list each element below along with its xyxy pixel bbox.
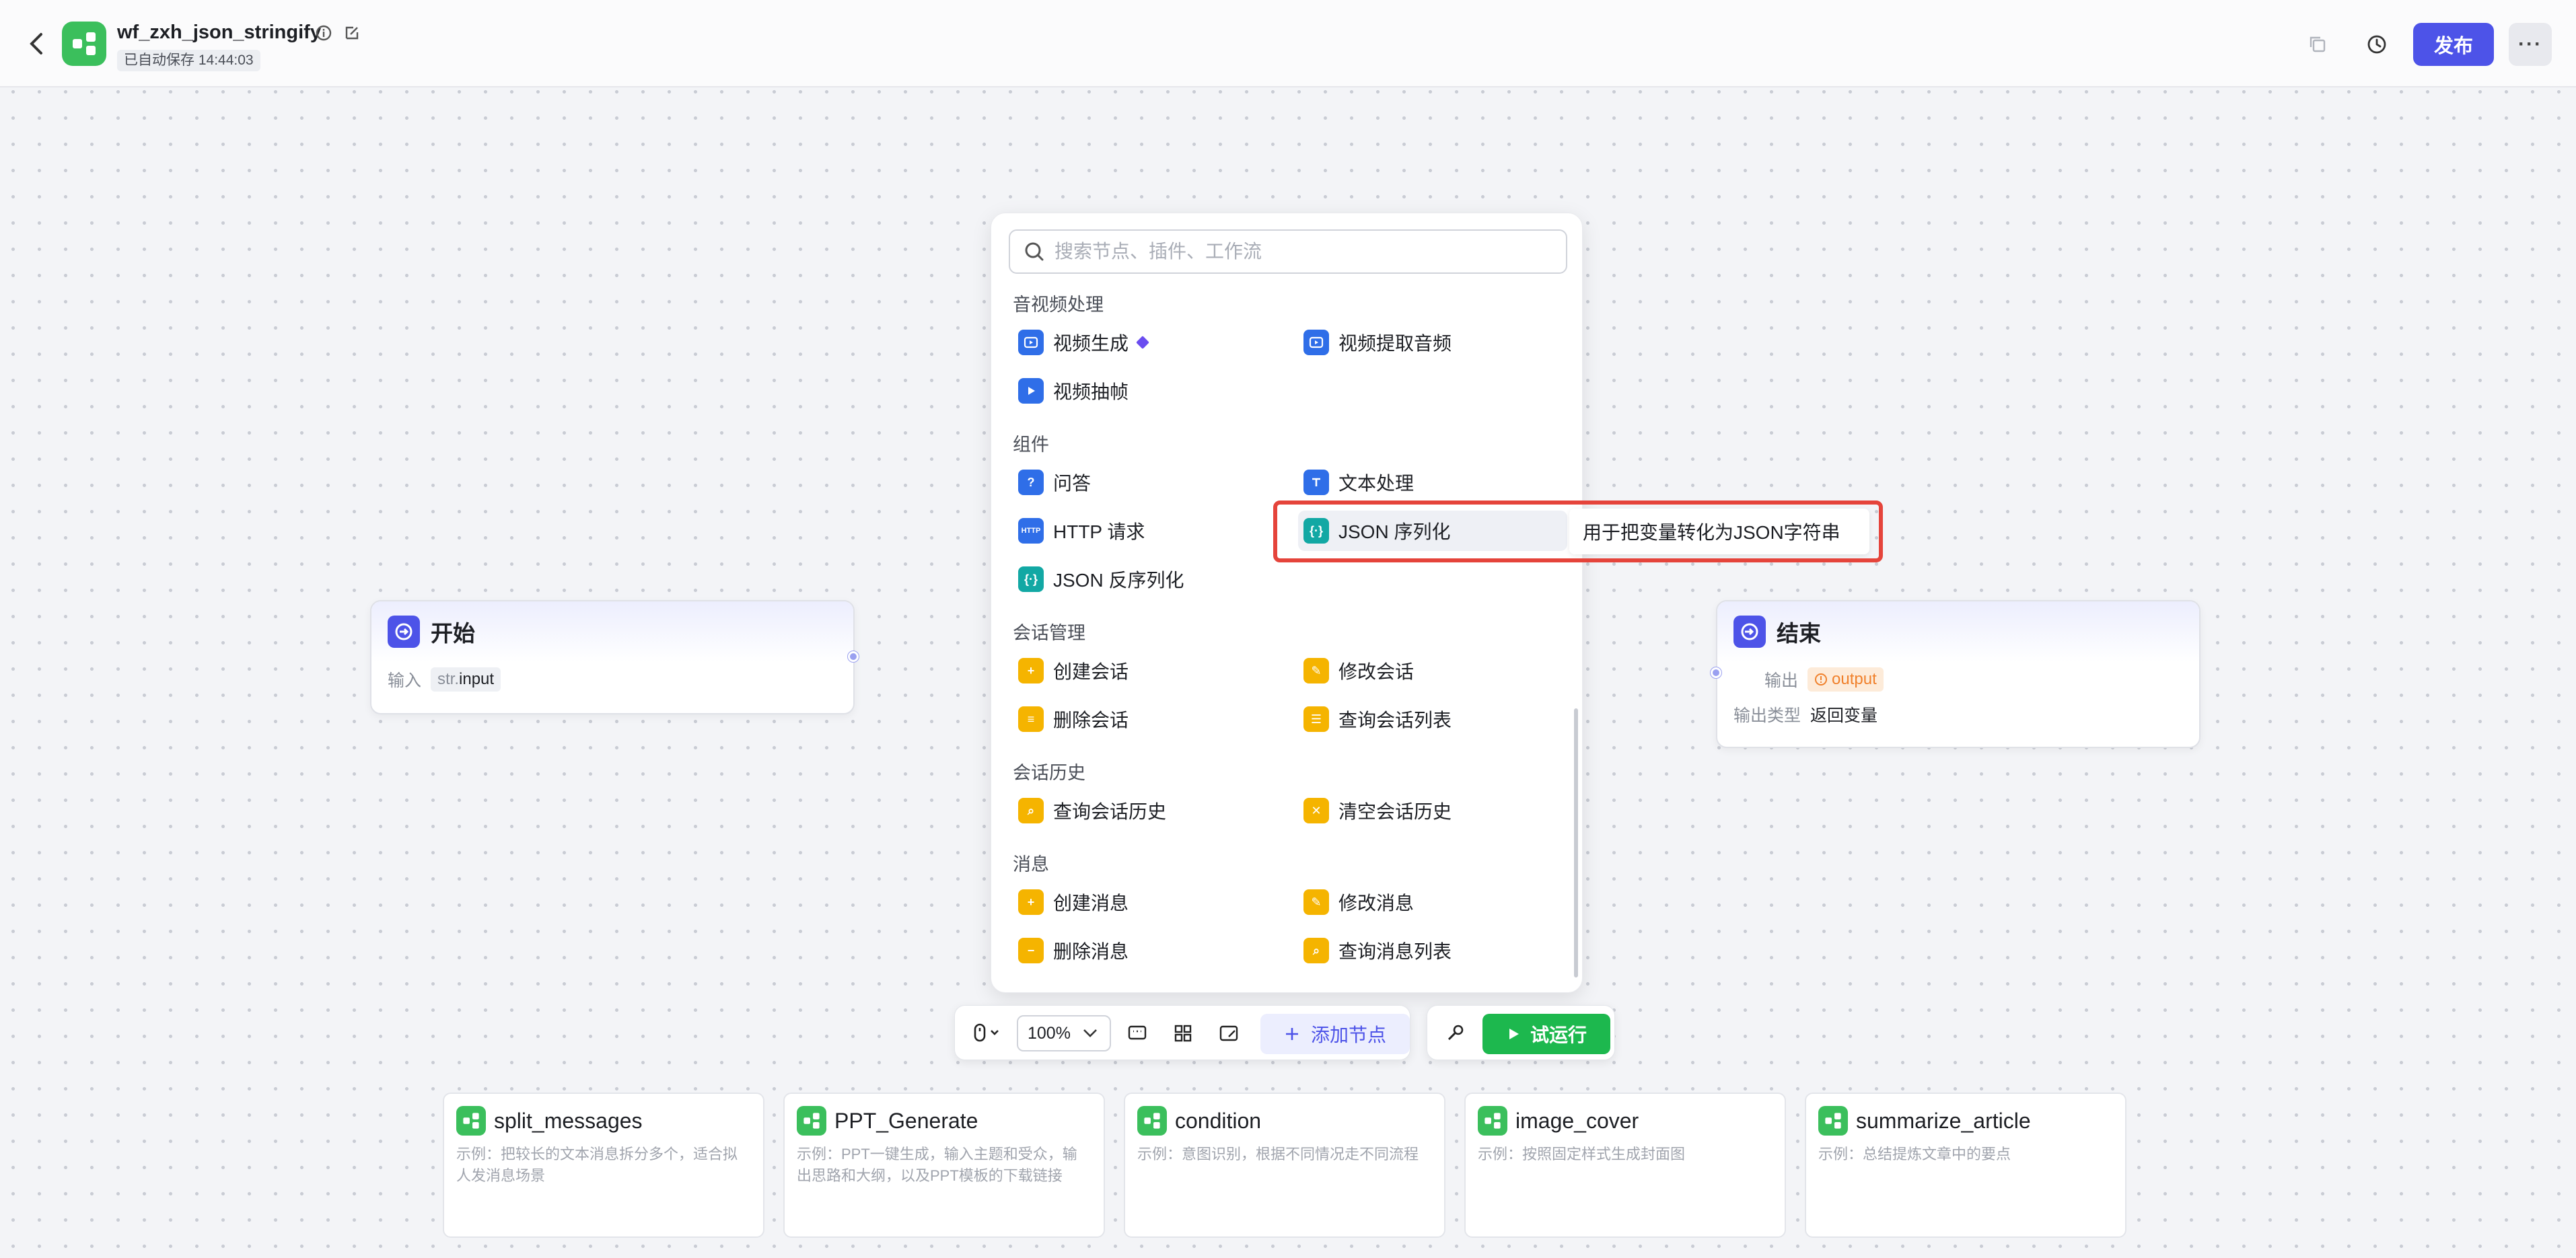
end-node[interactable]: 结束 输出 output 输出类型 返回变量 <box>1711 600 2201 748</box>
minimap-icon[interactable] <box>1212 1016 1246 1050</box>
section-title-conversation-history: 会话历史 <box>1013 763 1085 783</box>
history-search-icon: ⌕ <box>1018 798 1044 823</box>
template-card-ppt-generate[interactable]: PPT_Generate 示例：PPT一键生成，输入主题和受众，输出思路和大纲，… <box>783 1093 1105 1238</box>
node-item-query-history[interactable]: ⌕ 查询会话历史 <box>1013 790 1282 831</box>
edit-icon[interactable] <box>342 23 362 43</box>
start-node[interactable]: 开始 输入 str.input <box>370 600 859 714</box>
node-item-video-generate[interactable]: 视频生成 <box>1013 322 1282 363</box>
start-node-title: 开始 <box>431 621 475 646</box>
text-process-icon <box>1303 470 1329 495</box>
node-item-list-conversations[interactable]: ☰ 查询会话列表 <box>1298 699 1567 739</box>
highlight-annotation-box <box>1273 501 1883 562</box>
mouse-mode-icon[interactable] <box>966 1016 1009 1050</box>
end-output-type-value: 返回变量 <box>1810 706 1878 725</box>
node-search-input[interactable] <box>1054 241 1526 262</box>
node-item-edit-message[interactable]: ✎ 修改消息 <box>1298 882 1567 922</box>
template-card-summarize-article[interactable]: summarize_article 示例：总结提炼文章中的要点 <box>1805 1093 2126 1238</box>
workflow-title: wf_zxh_json_stringify <box>117 22 321 43</box>
node-item-create-message[interactable]: + 创建消息 <box>1013 882 1282 922</box>
section-title-components: 组件 <box>1013 435 1049 455</box>
node-item-list-messages[interactable]: ⌕ 查询消息列表 <box>1298 930 1567 971</box>
end-output-type-label: 输出类型 <box>1733 706 1801 725</box>
node-item-qa[interactable]: ? 问答 <box>1013 462 1282 503</box>
node-item-http-request[interactable]: HTTP HTTP 请求 <box>1013 511 1282 551</box>
premium-diamond-icon <box>1136 336 1149 349</box>
chat-delete-icon: ≡ <box>1018 706 1044 732</box>
message-edit-icon: ✎ <box>1303 889 1329 915</box>
start-input-tag: str.input <box>431 667 501 692</box>
node-item-json-parse[interactable]: {·} JSON 反序列化 <box>1013 559 1282 599</box>
debug-tool-icon[interactable] <box>1438 1016 1472 1050</box>
layout-grid-icon[interactable] <box>1166 1016 1200 1050</box>
back-icon[interactable] <box>23 28 50 59</box>
history-icon[interactable] <box>2362 30 2392 59</box>
node-item-delete-message[interactable]: − 删除消息 <box>1013 930 1282 971</box>
node-item-delete-conversation[interactable]: ≡ 删除会话 <box>1013 699 1282 739</box>
add-node-button[interactable]: 添加节点 <box>1260 1014 1410 1054</box>
zoom-select[interactable]: 100% <box>1017 1015 1111 1051</box>
section-title-conversation-mgmt: 会话管理 <box>1013 623 1085 643</box>
comment-icon[interactable] <box>1120 1016 1154 1050</box>
run-toolbar: 试运行 <box>1427 1005 1615 1060</box>
message-list-icon: ⌕ <box>1303 938 1329 963</box>
copy-icon[interactable] <box>2303 30 2332 59</box>
chat-add-icon: + <box>1018 658 1044 683</box>
workflow-template-icon <box>456 1106 486 1136</box>
plus-icon <box>1285 1028 1298 1040</box>
node-item-video-frame[interactable]: 视频抽帧 <box>1013 371 1282 411</box>
top-header: wf_zxh_json_stringify 已自动保存 14:44:03 发布 … <box>0 0 2576 87</box>
template-card-split-messages[interactable]: split_messages 示例：把较长的文本消息拆分多个，适合拟人发消息场景 <box>443 1093 764 1238</box>
template-card-image-cover[interactable]: image_cover 示例：按照固定样式生成封面图 <box>1464 1093 1786 1238</box>
end-input-port[interactable] <box>1711 667 1721 678</box>
message-delete-icon: − <box>1018 938 1044 963</box>
warning-icon <box>1815 673 1828 686</box>
start-output-port[interactable] <box>848 651 859 662</box>
workflow-template-icon <box>797 1106 826 1136</box>
chat-list-icon: ☰ <box>1303 706 1329 732</box>
video-icon <box>1303 330 1329 355</box>
http-icon: HTTP <box>1018 518 1044 544</box>
message-add-icon: + <box>1018 889 1044 915</box>
node-item-edit-conversation[interactable]: ✎ 修改会话 <box>1298 651 1567 691</box>
node-search-box[interactable] <box>1009 229 1567 274</box>
end-node-title: 结束 <box>1777 621 1821 646</box>
workflow-template-icon <box>1478 1106 1507 1136</box>
json-braces-icon: {·} <box>1018 566 1044 592</box>
start-input-label: 输入 <box>388 671 422 690</box>
end-icon <box>1733 616 1766 648</box>
start-icon <box>388 616 420 648</box>
video-frame-icon <box>1018 378 1044 404</box>
node-item-clear-history[interactable]: ✕ 清空会话历史 <box>1298 790 1567 831</box>
node-item-video-extract-audio[interactable]: 视频提取音频 <box>1298 322 1567 363</box>
panel-scrollbar[interactable] <box>1574 708 1578 977</box>
node-item-create-conversation[interactable]: + 创建会话 <box>1013 651 1282 691</box>
section-title-messages: 消息 <box>1013 854 1049 875</box>
chevron-down-icon <box>1083 1029 1097 1037</box>
more-options-button[interactable]: ··· <box>2509 23 2552 66</box>
workflow-template-icon <box>1137 1106 1167 1136</box>
autosave-badge: 已自动保存 14:44:03 <box>117 50 260 71</box>
info-icon[interactable] <box>314 23 334 43</box>
end-output-tag: output <box>1808 667 1884 692</box>
question-icon: ? <box>1018 470 1044 495</box>
publish-button[interactable]: 发布 <box>2413 23 2494 66</box>
history-clear-icon: ✕ <box>1303 798 1329 823</box>
video-icon <box>1018 330 1044 355</box>
workflow-template-icon <box>1818 1106 1848 1136</box>
workflow-logo-icon <box>62 22 106 66</box>
end-output-label: 输出 <box>1764 671 1799 690</box>
add-node-panel: 音视频处理 视频生成 视频提取音频 视频抽帧 组件 ? 问答 文本处理 HTTP… <box>991 213 1583 993</box>
test-run-button[interactable]: 试运行 <box>1482 1014 1610 1054</box>
section-title-av: 音视频处理 <box>1013 295 1104 315</box>
canvas-toolbar: 100% 添加节点 <box>954 1005 1410 1060</box>
template-card-condition[interactable]: condition 示例：意图识别，根据不同情况走不同流程 <box>1124 1093 1445 1238</box>
chat-edit-icon: ✎ <box>1303 658 1329 683</box>
search-icon <box>1025 242 1044 261</box>
node-item-text-process[interactable]: 文本处理 <box>1298 462 1567 503</box>
play-icon <box>1509 1029 1519 1039</box>
